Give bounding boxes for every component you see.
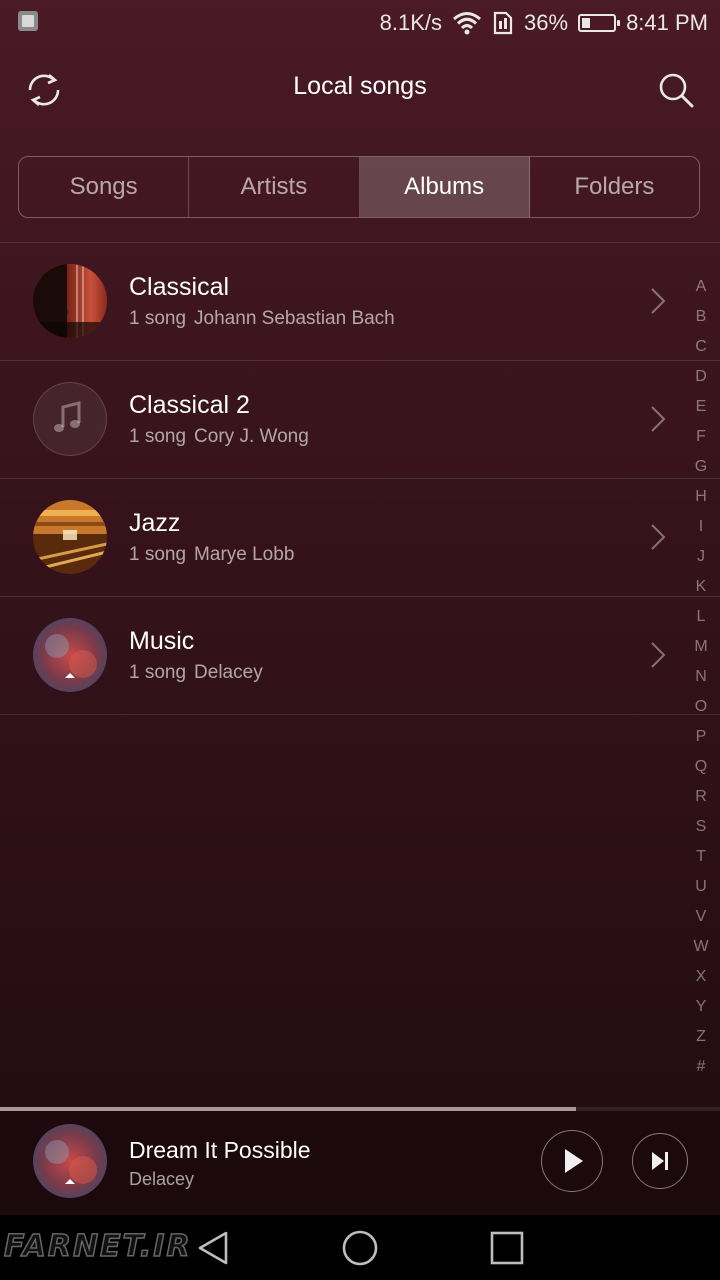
album-list: Classical 1 song Johann Sebastian Bach Cl…	[0, 243, 720, 715]
album-row-jazz[interactable]: Jazz 1 song Marye Lobb	[0, 479, 720, 597]
alphabet-index-letter[interactable]: U	[695, 872, 707, 902]
album-title: Music	[129, 627, 195, 655]
tab-songs[interactable]: Songs	[19, 157, 190, 217]
alphabet-index-letter[interactable]: D	[695, 362, 707, 392]
library-hall-image	[33, 500, 107, 574]
clock: 8:41 PM	[626, 10, 708, 35]
alphabet-index-letter[interactable]: V	[696, 902, 707, 932]
battery-fill	[582, 18, 591, 28]
play-button[interactable]	[541, 1130, 603, 1192]
alphabet-index-letter[interactable]: X	[696, 962, 707, 992]
alphabet-index-letter[interactable]: R	[695, 782, 707, 812]
recent-apps-icon[interactable]	[488, 1229, 526, 1267]
now-playing-bar[interactable]: Dream It Possible Delacey	[0, 1111, 720, 1215]
album-art-library-hall	[33, 500, 107, 574]
tab-folders[interactable]: Folders	[530, 157, 699, 217]
battery-percent: 36%	[524, 10, 569, 35]
back-icon[interactable]	[194, 1229, 234, 1267]
chevron-right-icon	[651, 524, 666, 550]
album-artist: Johann Sebastian Bach	[194, 308, 395, 329]
alphabet-index-letter[interactable]: #	[697, 1052, 706, 1082]
alphabet-index-letter[interactable]: B	[696, 302, 707, 332]
album-art-cello	[33, 264, 107, 338]
album-row-classical-2[interactable]: Classical 2 1 song Cory J. Wong	[0, 361, 720, 479]
album-song-count: 1 song	[129, 544, 187, 565]
album-artist: Delacey	[194, 662, 263, 683]
search-button[interactable]	[654, 68, 698, 112]
cello-art-image	[33, 264, 107, 338]
status-bar: 8.1K/s 36% 8:41 PM	[0, 0, 720, 46]
album-title: Classical 2	[129, 391, 250, 419]
alphabet-index-letter[interactable]: K	[696, 572, 707, 602]
net-speed: 8.1K/s	[379, 10, 443, 35]
album-subtitle: 1 song Delacey	[129, 662, 263, 684]
music-note-icon	[54, 401, 81, 432]
album-subtitle: 1 song Johann Sebastian Bach	[129, 308, 395, 330]
alphabet-index-letter[interactable]: W	[693, 932, 708, 962]
alphabet-index-letter[interactable]: H	[695, 482, 707, 512]
alphabet-index-letter[interactable]: N	[695, 662, 707, 692]
alphabet-index-letter[interactable]: Y	[696, 992, 707, 1022]
sim-icon	[493, 11, 513, 35]
alphabet-index[interactable]: A B C D E F G H I J K L M N O P Q R S T U V W X Y Z #	[688, 272, 714, 1082]
album-art-nebula	[33, 618, 107, 692]
wifi-icon	[453, 12, 481, 35]
skip-next-icon	[652, 1152, 668, 1170]
alphabet-index-letter[interactable]: E	[696, 392, 707, 422]
chevron-right-icon	[651, 288, 666, 314]
header: Local songs	[0, 56, 720, 122]
alphabet-index-letter[interactable]: J	[697, 542, 705, 572]
album-song-count: 1 song	[129, 308, 187, 329]
album-artist: Cory J. Wong	[194, 426, 309, 447]
watermark: FARNET.IR	[3, 1228, 192, 1265]
nebula-image	[33, 618, 107, 692]
alphabet-index-letter[interactable]: M	[694, 632, 707, 662]
album-title: Jazz	[129, 509, 181, 537]
home-icon[interactable]	[340, 1229, 380, 1267]
album-row-classical[interactable]: Classical 1 song Johann Sebastian Bach	[0, 243, 720, 361]
alphabet-index-letter[interactable]: Q	[695, 752, 707, 782]
now-playing-art	[33, 1124, 107, 1198]
chevron-right-icon	[651, 642, 666, 668]
chevron-right-icon	[651, 406, 666, 432]
alphabet-index-letter[interactable]: P	[696, 722, 707, 752]
album-song-count: 1 song	[129, 662, 187, 683]
album-title: Classical	[129, 273, 230, 301]
album-subtitle: 1 song Marye Lobb	[129, 544, 294, 566]
alphabet-index-letter[interactable]: F	[696, 422, 706, 452]
page-title: Local songs	[293, 72, 427, 100]
now-playing-title: Dream It Possible	[129, 1137, 311, 1163]
tab-artists[interactable]: Artists	[189, 157, 360, 217]
alphabet-index-letter[interactable]: L	[697, 602, 706, 632]
alphabet-index-letter[interactable]: O	[695, 692, 707, 722]
search-icon	[659, 73, 694, 108]
album-song-count: 1 song	[129, 426, 187, 447]
alphabet-index-letter[interactable]: G	[695, 452, 707, 482]
battery-icon	[578, 14, 621, 32]
now-playing-artist: Delacey	[129, 1169, 195, 1189]
gallery-notification-icon	[18, 11, 38, 31]
tab-albums[interactable]: Albums	[359, 157, 530, 217]
album-art-placeholder	[33, 382, 107, 456]
album-row-music[interactable]: Music 1 song Delacey	[0, 597, 720, 715]
nebula-image	[33, 1124, 107, 1198]
category-tabs: Songs Artists Albums Folders	[18, 156, 700, 218]
system-nav-bar: FARNET.IR	[0, 1215, 720, 1280]
alphabet-index-letter[interactable]: Z	[696, 1022, 706, 1052]
alphabet-index-letter[interactable]: C	[695, 332, 707, 362]
status-right: 8.1K/s 36% 8:41 PM	[380, 6, 708, 40]
album-artist: Marye Lobb	[194, 544, 295, 565]
alphabet-index-letter[interactable]: A	[696, 272, 707, 302]
alphabet-index-letter[interactable]: S	[696, 812, 707, 842]
alphabet-index-letter[interactable]: I	[699, 512, 703, 542]
next-track-button[interactable]	[632, 1133, 688, 1189]
play-icon	[565, 1149, 583, 1173]
album-subtitle: 1 song Cory J. Wong	[129, 426, 309, 448]
alphabet-index-letter[interactable]: T	[696, 842, 706, 872]
